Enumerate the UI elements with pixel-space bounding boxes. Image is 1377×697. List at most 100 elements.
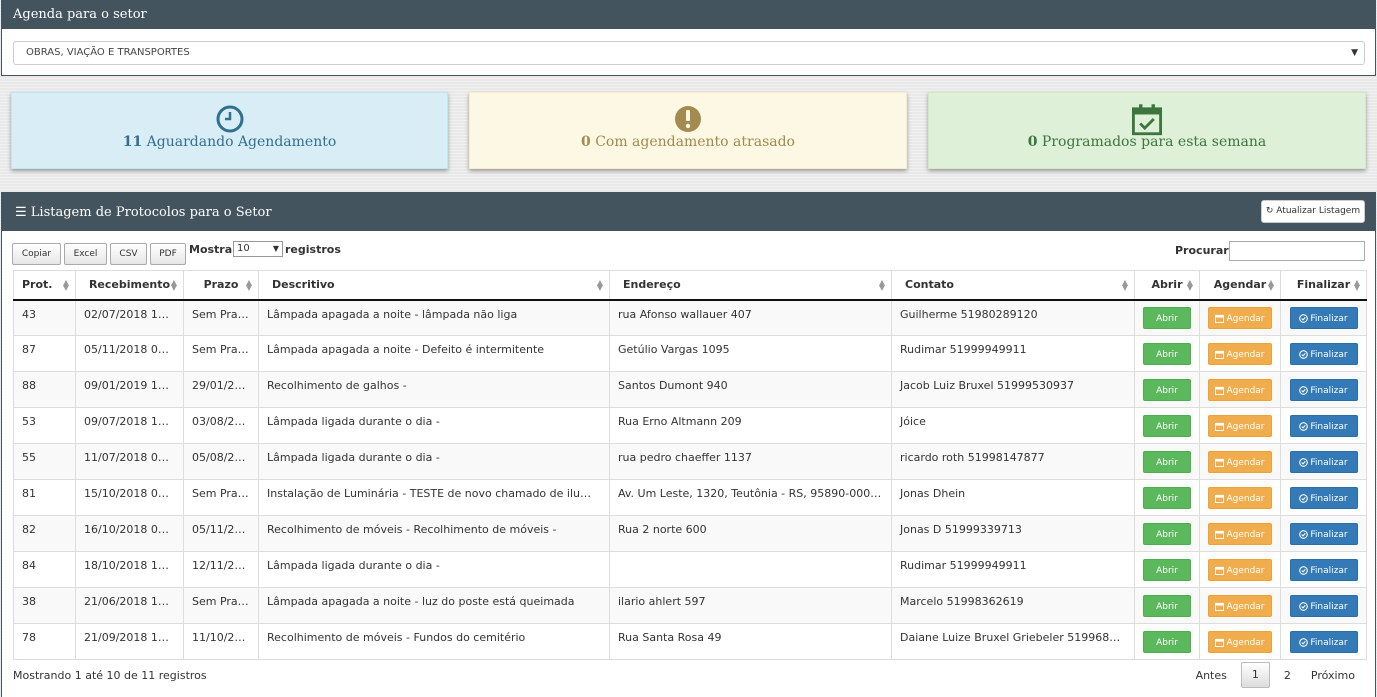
pdf-button[interactable]: PDF: [150, 243, 186, 265]
calendar-icon: [1215, 530, 1225, 539]
column-header-deadline[interactable]: Prazo ▲ ▼: [183, 270, 259, 301]
open-button[interactable]: Abrir: [1143, 486, 1191, 509]
waiting-schedule-card[interactable]: 11 Aguardando Agendamento: [11, 92, 448, 169]
finish-button-label: Finalizar: [1310, 529, 1348, 540]
check-circle-icon: [1299, 457, 1309, 467]
sort-icon: ▲ ▼: [245, 278, 252, 292]
waiting-label: Aguardando Agendamento: [146, 134, 337, 150]
table-row: 81 15/10/2018 08:10 Sem Prazo Instalação de…: [13, 479, 1367, 516]
late-count: 0: [580, 134, 591, 150]
finish-button[interactable]: Finalizar: [1289, 306, 1358, 329]
finish-button[interactable]: Finalizar: [1289, 558, 1358, 581]
finish-button[interactable]: Finalizar: [1289, 378, 1358, 401]
schedule-button-label: Agendar: [1226, 313, 1265, 324]
schedule-button[interactable]: Agendar: [1208, 414, 1272, 437]
check-circle-icon: [1299, 529, 1309, 539]
open-button[interactable]: Abrir: [1143, 342, 1191, 365]
column-header-open[interactable]: Abrir ▲ ▼: [1134, 270, 1200, 301]
cell-address: Rua Erno Altmann 209: [609, 407, 892, 444]
open-button[interactable]: Abrir: [1143, 594, 1191, 617]
pagination-page-1[interactable]: 1: [1240, 662, 1270, 688]
cell-contact: Rudimar 51999949911: [891, 551, 1135, 588]
open-button[interactable]: Abrir: [1143, 378, 1191, 401]
schedule-button[interactable]: Agendar: [1208, 486, 1272, 509]
cell-address: Rua 2 norte 600: [609, 515, 892, 552]
page-length-select[interactable]: 10 ▼: [233, 241, 283, 257]
calendar-icon: [1215, 602, 1225, 611]
table-row: 87 05/11/2018 08:40 Sem Prazo Lâmpada apaga…: [13, 335, 1367, 372]
cell-schedule-button: Agendar: [1199, 335, 1281, 372]
open-button-label: Abrir: [1156, 565, 1178, 576]
show-label: Mostrar: [189, 243, 238, 256]
column-header-finish[interactable]: Finalizar ▲ ▼: [1280, 270, 1367, 301]
sort-icon: ▲ ▼: [1121, 278, 1128, 292]
schedule-button[interactable]: Agendar: [1208, 342, 1272, 365]
sort-icon: ▲ ▼: [596, 278, 603, 292]
open-button[interactable]: Abrir: [1143, 522, 1191, 545]
open-button-label: Abrir: [1156, 313, 1178, 324]
cell-received: 21/09/2018 11:04: [75, 623, 184, 660]
excel-button[interactable]: Excel: [64, 243, 107, 265]
open-button[interactable]: Abrir: [1143, 414, 1191, 437]
column-header-contact[interactable]: Contato ▲ ▼: [891, 270, 1135, 301]
finish-button[interactable]: Finalizar: [1289, 414, 1358, 437]
schedule-button[interactable]: Agendar: [1208, 594, 1272, 617]
check-circle-icon: [1299, 421, 1309, 431]
sort-icon: ▲ ▼: [1267, 278, 1274, 292]
schedule-button[interactable]: Agendar: [1208, 306, 1272, 329]
table-row: 88 09/01/2019 15:53 29/01/2019 Recolhimento…: [13, 371, 1367, 408]
cell-contact: Daiane Luize Bruxel Griebeler 5199685568…: [891, 623, 1135, 660]
cell-finish-button: Finalizar: [1280, 299, 1367, 336]
schedule-button[interactable]: Agendar: [1208, 378, 1272, 401]
schedule-button[interactable]: Agendar: [1208, 630, 1272, 653]
week-schedule-card[interactable]: 0 Programados para esta semana: [928, 92, 1366, 169]
finish-button[interactable]: Finalizar: [1289, 594, 1358, 617]
finish-button[interactable]: Finalizar: [1289, 486, 1358, 509]
week-label: Programados para esta semana: [1041, 134, 1267, 150]
pagination-page-2[interactable]: 2: [1274, 669, 1301, 682]
cell-description: Recolhimento de móveis - Recolhimento de…: [258, 515, 610, 552]
schedule-button[interactable]: Agendar: [1208, 522, 1272, 545]
finish-button-label: Finalizar: [1310, 349, 1348, 360]
page-length-value: 10: [237, 243, 250, 254]
cell-open-button: Abrir: [1134, 515, 1200, 552]
finish-button[interactable]: Finalizar: [1289, 522, 1358, 545]
cell-open-button: Abrir: [1134, 551, 1200, 588]
sector-panel-title: Agenda para o setor: [2, 1, 1375, 29]
open-button[interactable]: Abrir: [1143, 630, 1191, 653]
open-button[interactable]: Abrir: [1143, 558, 1191, 581]
open-button[interactable]: Abrir: [1143, 306, 1191, 329]
column-header-prot[interactable]: Prot. ▲ ▼: [13, 270, 76, 301]
sector-select[interactable]: OBRAS, VIAÇÃO E TRANSPORTES ▼: [13, 41, 1365, 65]
open-button[interactable]: Abrir: [1143, 450, 1191, 473]
check-circle-icon: [1299, 637, 1309, 647]
schedule-button-label: Agendar: [1226, 349, 1265, 360]
copy-button[interactable]: Copiar: [12, 243, 61, 265]
records-label: registros: [285, 243, 341, 256]
finish-button[interactable]: Finalizar: [1289, 342, 1358, 365]
cell-schedule-button: Agendar: [1199, 587, 1281, 624]
column-header-schedule[interactable]: Agendar ▲ ▼: [1199, 270, 1281, 301]
csv-button[interactable]: CSV: [110, 243, 147, 265]
finish-button[interactable]: Finalizar: [1289, 450, 1358, 473]
cell-finish-button: Finalizar: [1280, 515, 1367, 552]
finish-button-label: Finalizar: [1310, 421, 1348, 432]
column-header-address[interactable]: Endereço ▲ ▼: [609, 270, 892, 301]
cell-contact: Marcelo 51998362619: [891, 587, 1135, 624]
pagination-next[interactable]: Próximo: [1301, 669, 1365, 682]
column-header-description[interactable]: Descritivo ▲ ▼: [258, 270, 610, 301]
refresh-list-button[interactable]: ↻ Atualizar Listagem: [1261, 200, 1365, 223]
late-schedule-card[interactable]: 0 Com agendamento atrasado: [469, 92, 907, 169]
cell-prot: 88: [13, 371, 76, 408]
search-input[interactable]: [1229, 241, 1365, 261]
schedule-button[interactable]: Agendar: [1208, 450, 1272, 473]
finish-button[interactable]: Finalizar: [1289, 630, 1358, 653]
cell-open-button: Abrir: [1134, 299, 1200, 336]
pagination-previous[interactable]: Antes: [1186, 669, 1237, 682]
cell-contact: ricardo roth 51998147877: [891, 443, 1135, 480]
column-header-received[interactable]: Recebimento ▲ ▼: [75, 270, 184, 301]
table-body: 43 02/07/2018 16:29 Sem Prazo Lâmpada apaga…: [13, 299, 1367, 660]
schedule-button[interactable]: Agendar: [1208, 558, 1272, 581]
list-panel-title: ☰ Listagem de Protocolos para o Setor: [15, 205, 272, 220]
cell-contact: Jóice: [891, 407, 1135, 444]
